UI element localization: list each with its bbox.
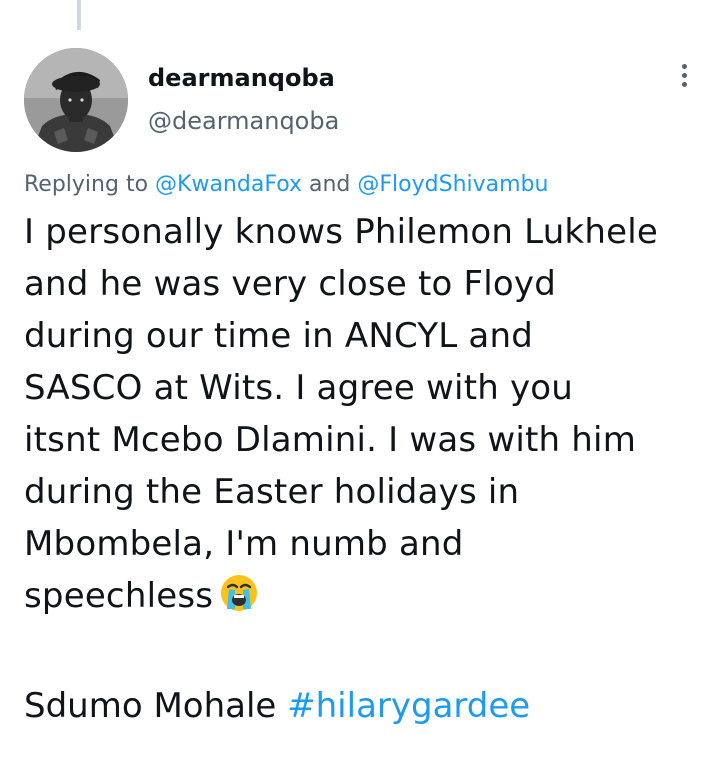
author-handle[interactable]: @dearmanqoba — [148, 104, 339, 138]
tweet-text: I personally knows Philemon Lukhele and … — [24, 206, 704, 628]
tweet-text-line: Mbombela, I'm numb and — [24, 524, 464, 564]
avatar[interactable] — [24, 48, 128, 152]
tweet-text-line: SASCO at Wits. I agree with you — [24, 368, 574, 408]
tweet-text-line: speechless — [24, 576, 214, 616]
tweet-text-line: during the Easter holidays in — [24, 472, 520, 512]
replying-to-joiner: and — [309, 172, 351, 197]
tweet-text-line-last: speechless — [24, 570, 704, 628]
tweet-page: dearmanqoba @dearmanqoba Replying to @Kw… — [0, 0, 720, 765]
more-vertical-icon[interactable] — [676, 64, 692, 94]
tweet-text-line: and he was very close to Floyd — [24, 264, 556, 304]
author-display-name[interactable]: dearmanqoba — [148, 62, 339, 94]
tweet-text-line: I personally knows Philemon Lukhele — [24, 212, 658, 252]
tweet-header: dearmanqoba @dearmanqoba — [24, 48, 696, 158]
tweet-signoff: Sdumo Mohale #hilarygardee — [24, 680, 530, 732]
mention-link-kwandafox[interactable]: @KwandaFox — [155, 172, 302, 197]
signoff-text: Sdumo Mohale — [24, 686, 277, 726]
thread-connector-line — [77, 0, 81, 30]
avatar-photo — [24, 48, 128, 152]
replying-to-line: Replying to @KwandaFox and @FloydShivamb… — [24, 170, 548, 200]
hashtag-link[interactable]: #hilarygardee — [287, 686, 530, 726]
replying-to-label: Replying to — [24, 172, 149, 197]
tweet-text-line: during our time in ANCYL and — [24, 316, 533, 356]
mention-link-floydshivambu[interactable]: @FloydShivambu — [357, 172, 548, 197]
author-names: dearmanqoba @dearmanqoba — [148, 62, 339, 138]
loudly-crying-face-icon — [219, 573, 259, 628]
tweet-text-line: itsnt Mcebo Dlamini. I was with him — [24, 420, 637, 460]
